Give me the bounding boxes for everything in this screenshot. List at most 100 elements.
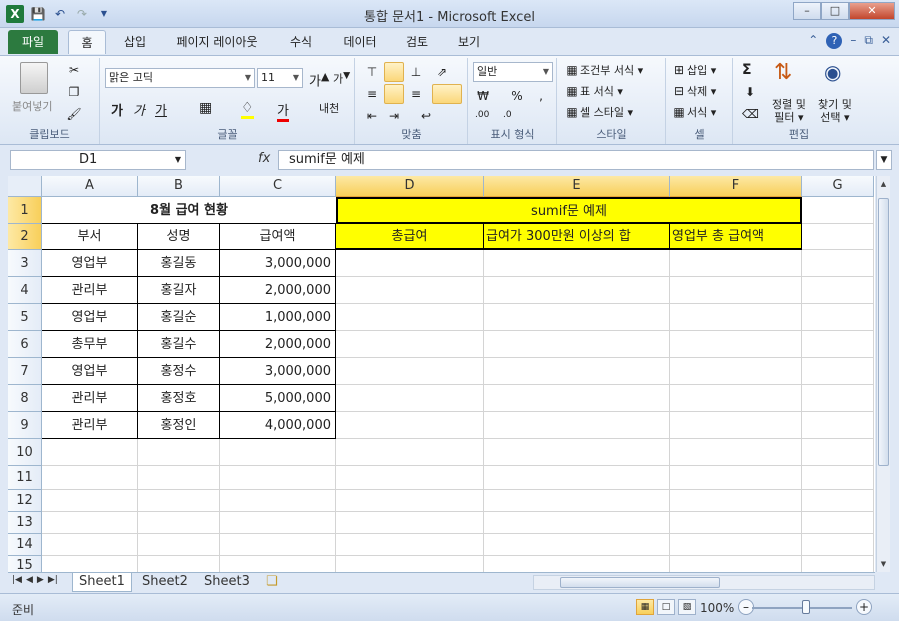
shrink-font-icon[interactable]: 가▼: [333, 70, 350, 87]
sumif-title-cell[interactable]: sumif문 예제: [336, 197, 802, 224]
cell[interactable]: [802, 250, 874, 277]
cell[interactable]: [42, 490, 138, 512]
align-top-icon[interactable]: ⊤: [364, 64, 380, 80]
table-cell[interactable]: 홍정수: [138, 358, 220, 385]
comma-icon[interactable]: ,: [533, 88, 549, 104]
decrease-decimal-icon[interactable]: .0: [503, 110, 512, 120]
cell[interactable]: [42, 466, 138, 490]
collapse-ribbon-icon[interactable]: ⌃: [808, 33, 818, 49]
increase-indent-icon[interactable]: ⇥: [386, 108, 402, 124]
align-left-icon[interactable]: ≡: [364, 86, 380, 102]
cell[interactable]: [42, 439, 138, 466]
cell[interactable]: [336, 304, 484, 331]
cell[interactable]: [802, 331, 874, 358]
table-cell[interactable]: 3,000,000: [220, 250, 336, 277]
tab-review[interactable]: 검토: [400, 30, 434, 54]
row-header-7[interactable]: 7: [8, 358, 42, 385]
table-cell[interactable]: 홍정인: [138, 412, 220, 439]
doc-close-icon[interactable]: ✕: [881, 33, 891, 49]
font-name-combo[interactable]: 맑은 고딕 ▼: [105, 68, 255, 88]
table-cell[interactable]: 홍길순: [138, 304, 220, 331]
row-header-11[interactable]: 11: [8, 466, 42, 490]
table-header-cell[interactable]: 급여액: [220, 224, 336, 250]
doc-restore-icon[interactable]: ⧉: [864, 33, 873, 49]
number-format-combo[interactable]: 일반 ▼: [473, 62, 553, 82]
table-cell[interactable]: 홍길자: [138, 277, 220, 304]
table-cell[interactable]: 관리부: [42, 385, 138, 412]
cell[interactable]: [802, 534, 874, 556]
cell[interactable]: [802, 277, 874, 304]
sheet-tab-1[interactable]: Sheet1: [72, 573, 132, 592]
horizontal-scroll-thumb[interactable]: [560, 577, 720, 588]
cell-styles-button[interactable]: ▦ 셀 스타일 ▾: [564, 104, 633, 120]
format-cells-button[interactable]: ▦ 서식 ▾: [671, 104, 716, 120]
cell[interactable]: [670, 331, 802, 358]
tab-view[interactable]: 보기: [452, 30, 486, 54]
cell[interactable]: [802, 512, 874, 534]
fill-color-icon[interactable]: ♢: [241, 100, 254, 119]
column-header-c[interactable]: C: [220, 176, 336, 197]
format-table-button[interactable]: ▦ 표 서식 ▾: [564, 83, 623, 99]
cell[interactable]: [802, 412, 874, 439]
cell[interactable]: [336, 466, 484, 490]
table-header-cell[interactable]: 부서: [42, 224, 138, 250]
grow-font-icon[interactable]: 가▲: [309, 70, 329, 89]
row-header-1[interactable]: 1: [8, 197, 42, 224]
align-center-icon[interactable]: [384, 84, 404, 104]
bold-icon[interactable]: 가: [111, 100, 123, 119]
cell[interactable]: [484, 439, 670, 466]
minimize-button[interactable]: –: [793, 2, 821, 20]
tab-page-layout[interactable]: 페이지 레이아웃: [170, 30, 264, 54]
wrap-text-icon[interactable]: ↩: [418, 108, 434, 124]
row-header-3[interactable]: 3: [8, 250, 42, 277]
row-header-15[interactable]: 15: [8, 556, 42, 572]
insert-function-icon[interactable]: fx: [258, 151, 270, 166]
cell[interactable]: [336, 490, 484, 512]
row-header-8[interactable]: 8: [8, 385, 42, 412]
cell[interactable]: [484, 466, 670, 490]
delete-cells-button[interactable]: ⊟ 삭제 ▾: [671, 83, 716, 99]
tab-file[interactable]: 파일: [8, 30, 58, 54]
cell[interactable]: [138, 466, 220, 490]
table-cell[interactable]: 3,000,000: [220, 358, 336, 385]
cell[interactable]: [670, 412, 802, 439]
cell[interactable]: [670, 250, 802, 277]
table-cell[interactable]: 총무부: [42, 331, 138, 358]
cell[interactable]: [484, 250, 670, 277]
maximize-button[interactable]: □: [821, 2, 849, 20]
sheet-tab-2[interactable]: Sheet2: [142, 573, 188, 592]
scroll-down-icon[interactable]: ▼: [878, 558, 889, 570]
align-right-icon[interactable]: ≡: [408, 86, 424, 102]
cell[interactable]: [484, 412, 670, 439]
fill-icon[interactable]: ⬇: [742, 84, 758, 100]
insert-sheet-icon[interactable]: ❏: [266, 573, 278, 592]
sheet-tab-3[interactable]: Sheet3: [204, 573, 250, 592]
close-button[interactable]: ✕: [849, 2, 895, 20]
table-cell[interactable]: 홍정호: [138, 385, 220, 412]
last-sheet-icon[interactable]: ▶|: [48, 575, 58, 585]
cell[interactable]: [670, 556, 802, 572]
cell[interactable]: [484, 304, 670, 331]
cell[interactable]: [670, 466, 802, 490]
cell[interactable]: [138, 512, 220, 534]
row-header-9[interactable]: 9: [8, 412, 42, 439]
next-sheet-icon[interactable]: ▶: [37, 575, 44, 585]
sumif-header-cell[interactable]: 급여가 300만원 이상의 합: [484, 224, 670, 250]
help-icon[interactable]: ?: [826, 33, 843, 49]
cell[interactable]: [336, 556, 484, 572]
cell[interactable]: [336, 412, 484, 439]
row-header-10[interactable]: 10: [8, 439, 42, 466]
cell[interactable]: [484, 490, 670, 512]
merge-center-icon[interactable]: [432, 84, 462, 104]
paste-button[interactable]: 붙여넣기: [12, 98, 52, 114]
cell[interactable]: [484, 385, 670, 412]
cell[interactable]: [670, 277, 802, 304]
sumif-header-cell[interactable]: 총급여: [336, 224, 484, 250]
align-bottom-icon[interactable]: ⊥: [408, 64, 424, 80]
formula-input[interactable]: sumif문 예제: [278, 150, 874, 170]
page-break-view-icon[interactable]: ▧: [678, 599, 696, 615]
cell[interactable]: [138, 490, 220, 512]
cell[interactable]: [220, 466, 336, 490]
cell[interactable]: [802, 466, 874, 490]
cell[interactable]: [802, 385, 874, 412]
